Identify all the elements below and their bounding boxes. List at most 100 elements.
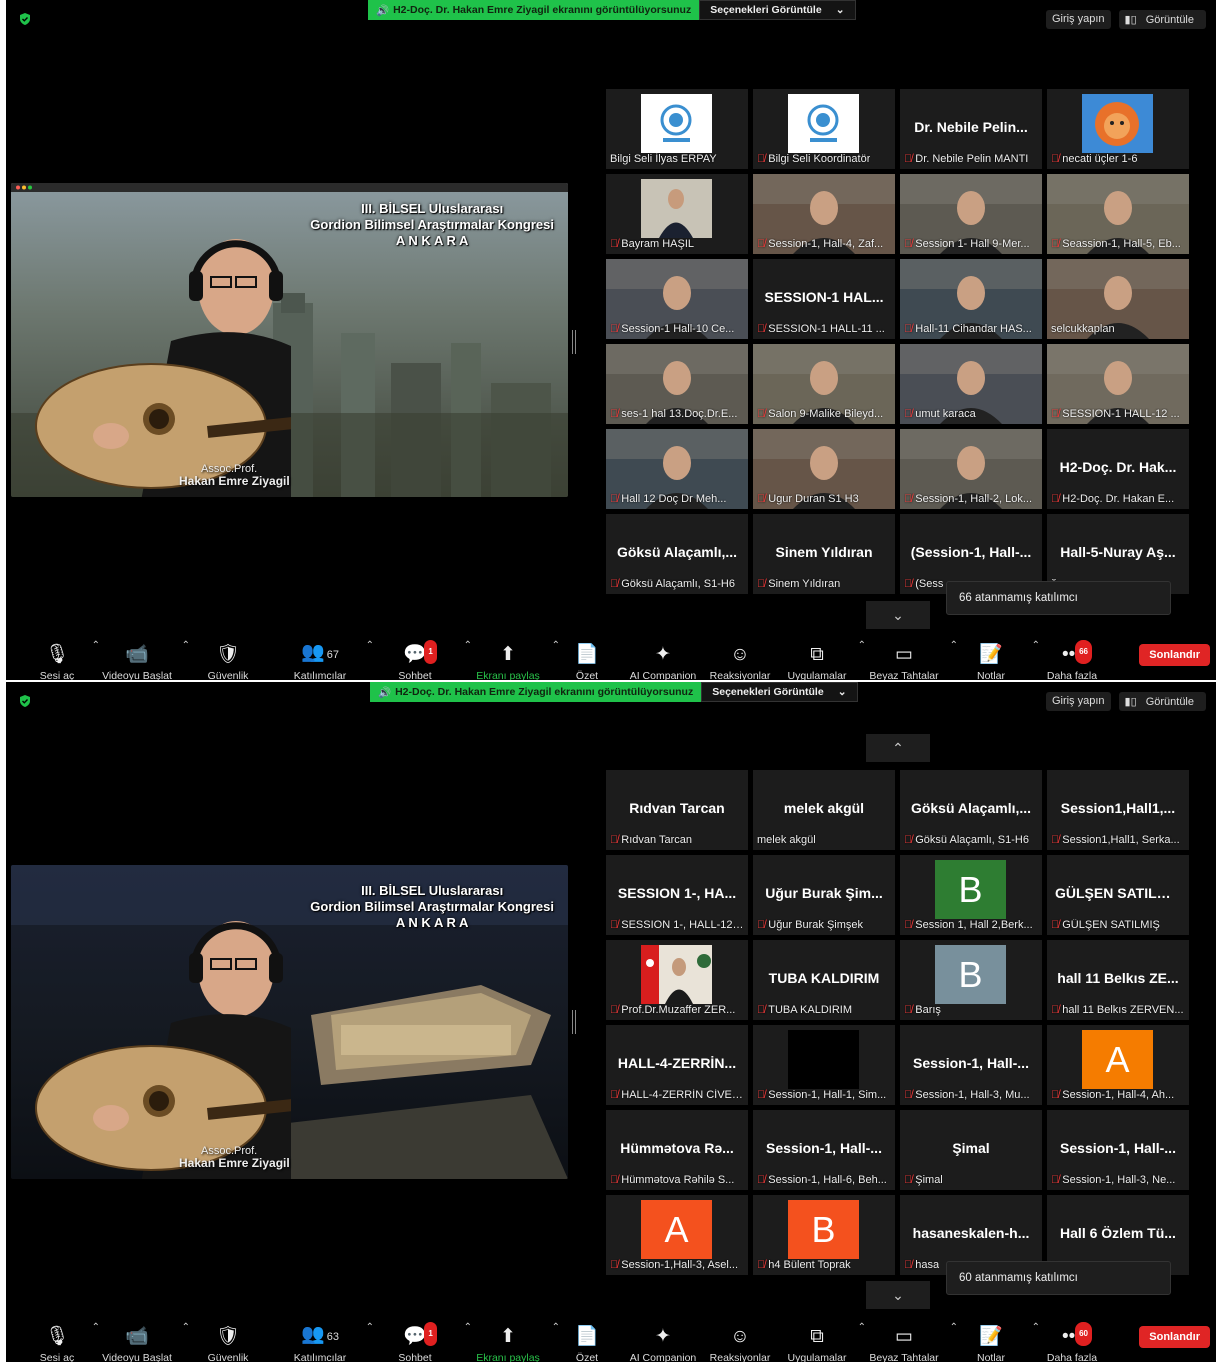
muted-mic-icon: 🎙̸ <box>1051 834 1060 846</box>
shield-icon[interactable] <box>18 12 32 26</box>
participant-tile[interactable]: hall 11 Belkıs ZE... 🎙̸ hall 11 Belkıs ZER… <box>1047 940 1189 1020</box>
viewing-label: 🔊 H2-Doç. Dr. Hakan Emre Ziyagil ekranını… <box>368 0 700 20</box>
participant-tile[interactable]: 🎙̸ Session 1- Hall 9-Mer... <box>900 174 1042 254</box>
participants-button[interactable]: 👥 67 Katılımcılar ⌃ <box>274 634 374 680</box>
security-button[interactable]: 🛡 Güvenlik <box>182 634 274 680</box>
notes-button[interactable]: 📝 Notlar ⌃ <box>950 634 1040 680</box>
start-video-button[interactable]: 📹 Videoyu Başlat ⌃ <box>92 634 190 680</box>
participant-tile[interactable]: 🎙̸ umut karaca <box>900 344 1042 424</box>
apps-button[interactable]: ⧉ Uygulamalar ⌃ <box>776 634 866 680</box>
participant-tile[interactable]: Session-1, Hall-... 🎙̸ Session-1, Hall-3, … <box>1047 1110 1189 1190</box>
participant-tile[interactable]: Sinem Yıldıran 🎙̸ Sinem Yıldıran <box>753 514 895 594</box>
page-down-button[interactable]: ⌄ <box>866 601 930 629</box>
whiteboard-button[interactable]: ▭ Beyaz Tahtalar ⌃ <box>858 634 958 680</box>
participant-tile[interactable]: Session-1, Hall-... 🎙̸ Session-1, Hall-6, … <box>753 1110 895 1190</box>
participant-name-label: 🎙̸ Uğur Burak Şimşek <box>757 919 864 931</box>
end-meeting-button[interactable]: Sonlandır <box>1139 644 1210 666</box>
participant-tile[interactable]: melek akgül melek akgül <box>753 770 895 850</box>
participant-tile[interactable]: Bilgi Seli İlyas ERPAY <box>606 89 748 169</box>
participant-tile[interactable]: 🎙̸ Prof.Dr.Muzaffer ZER... <box>606 940 748 1020</box>
unmute-button[interactable]: 🎙 Sesi aç ⌃ <box>22 634 100 680</box>
splitter-handle[interactable] <box>572 1010 576 1034</box>
participant-tile[interactable]: 🎙̸ Ugur Duran S1 H3 <box>753 429 895 509</box>
chat-button[interactable]: 💬 1 Sohbet ⌃ <box>366 634 472 680</box>
sign-in-button[interactable]: Giriş yapın <box>1045 10 1111 29</box>
participant-tile[interactable]: 🎙̸ Bilgi Seli Koordinatör <box>753 89 895 169</box>
summary-button[interactable]: 📄 Özet <box>552 634 622 680</box>
notes-button[interactable]: 📝 Notlar ⌃ <box>950 1316 1040 1362</box>
participant-tile[interactable]: 🎙̸ Seassion-1, Hall-5, Eb... <box>1047 174 1189 254</box>
speaker-icon: 🔊 <box>378 686 392 699</box>
view-button[interactable]: ▮▯ Görüntüle <box>1118 692 1206 711</box>
participant-tile[interactable]: 🎙̸ SESSION-1 HALL-12 ... <box>1047 344 1189 424</box>
chat-button[interactable]: 💬 1 Sohbet ⌃ <box>366 1316 472 1362</box>
participant-tile[interactable]: B 🎙̸ Session 1, Hall 2,Berk... <box>900 855 1042 935</box>
participant-tile[interactable]: Session-1, Hall-... 🎙̸ Session-1, Hall-3, … <box>900 1025 1042 1105</box>
zoom-window-1: 🔊 H2-Doç. Dr. Hakan Emre Ziyagil ekranını… <box>6 0 1216 680</box>
chevron-down-icon: ⌄ <box>892 1286 904 1303</box>
participant-tile[interactable]: 🎙̸ ses-1 hal 13.Doç.Dr.E... <box>606 344 748 424</box>
participant-tile[interactable]: Göksü Alaçamlı,... 🎙̸ Göksü Alaçamlı, S1-H… <box>900 770 1042 850</box>
participant-tile[interactable]: B 🎙̸ Barış <box>900 940 1042 1020</box>
ai-companion-button[interactable]: ✦ AI Companion <box>622 1316 704 1362</box>
participant-tile[interactable]: 🎙̸ Bayram HAŞIL <box>606 174 748 254</box>
participant-tile[interactable]: 🎙̸ Session-1 Hall-10 Ce... <box>606 259 748 339</box>
view-options-button[interactable]: Seçenekleri Görüntüle ⌄ <box>701 682 858 702</box>
page-up-button[interactable]: ⌃ <box>866 734 930 762</box>
participant-tile[interactable]: 🎙̸ Hall 12 Doç Dr Meh... <box>606 429 748 509</box>
summary-button[interactable]: 📄 Özet <box>552 1316 622 1362</box>
participant-tile[interactable]: SESSION-1 HAL... 🎙̸ SESSION-1 HALL-11 ... <box>753 259 895 339</box>
participant-tile[interactable]: H2-Doç. Dr. Hak... 🎙̸ H2-Doç. Dr. Hakan E.… <box>1047 429 1189 509</box>
participant-tile[interactable]: Şimal 🎙̸ Şimal <box>900 1110 1042 1190</box>
participant-tile[interactable]: 🎙̸ Hall-11 Cihandar HAS... <box>900 259 1042 339</box>
participant-name-label: 🎙̸ SESSION 1-, HALL-12,... <box>610 919 744 931</box>
participant-tile[interactable]: 🎙̸ Session-1, Hall-4, Zaf... <box>753 174 895 254</box>
participant-tile[interactable]: HALL-4-ZERRİN... 🎙̸ HALL-4-ZERRİN CİVEL... <box>606 1025 748 1105</box>
more-button[interactable]: ••• 66 Daha fazla <box>1032 634 1112 680</box>
participant-tile[interactable]: selcukkaplan <box>1047 259 1189 339</box>
page-down-button[interactable]: ⌄ <box>866 1281 930 1309</box>
shield-icon[interactable] <box>18 694 32 708</box>
muted-mic-icon: 🎙̸ <box>610 834 619 846</box>
participant-tile[interactable]: SESSION 1-, HA... 🎙̸ SESSION 1-, HALL-12,.… <box>606 855 748 935</box>
participant-tile[interactable]: A 🎙̸ Session-1,Hall-3, Asel... <box>606 1195 748 1275</box>
participant-name-label: Bilgi Seli İlyas ERPAY <box>610 153 717 165</box>
security-button[interactable]: 🛡 Güvenlik <box>182 1316 274 1362</box>
participant-tile[interactable]: Hümmətova Rə... 🎙̸ Hümmətova Rəhilə S... <box>606 1110 748 1190</box>
start-video-button[interactable]: 📹 Videoyu Başlat ⌃ <box>92 1316 190 1362</box>
participant-tile[interactable]: GÜLŞEN SATILMIŞ 🎙̸ GÜLŞEN SATILMIŞ <box>1047 855 1189 935</box>
participant-tile[interactable]: 🎙̸ Session-1, Hall-2, Lok... <box>900 429 1042 509</box>
reactions-button[interactable]: ☺ Reaksiyonlar <box>704 1316 776 1362</box>
participant-tile[interactable]: 🎙̸ Session-1, Hall-1, Sim... <box>753 1025 895 1105</box>
participant-tile[interactable]: Rıdvan Tarcan 🎙̸ Rıdvan Tarcan <box>606 770 748 850</box>
reactions-button[interactable]: ☺ Reaksiyonlar <box>704 634 776 680</box>
participant-tile[interactable]: Dr. Nebile Pelin... 🎙̸ Dr. Nebile Pelin MA… <box>900 89 1042 169</box>
share-screen-button[interactable]: ⬆ Ekranı paylaş ⌃ <box>464 1316 560 1362</box>
apps-button[interactable]: ⧉ Uygulamalar ⌃ <box>776 1316 866 1362</box>
meeting-toolbar: 🎙 Sesi aç ⌃ 📹 Videoyu Başlat ⌃ 🛡 Güvenlik 👥 67 Kat… <box>6 630 1216 680</box>
participant-tile[interactable]: A 🎙̸ Session-1, Hall-4, Ah... <box>1047 1025 1189 1105</box>
participant-name-label: 🎙̸ Session 1, Hall 2,Berk... <box>904 919 1033 931</box>
participant-tile[interactable]: Göksü Alaçamlı,... 🎙̸ Göksü Alaçamlı, S1-H… <box>606 514 748 594</box>
muted-mic-icon: 🎙̸ <box>757 1174 766 1186</box>
splitter-handle[interactable] <box>572 330 576 354</box>
participant-tile[interactable]: Session1,Hall1,... 🎙̸ Session1,Hall1, Serk… <box>1047 770 1189 850</box>
view-options-button[interactable]: Seçenekleri Görüntüle ⌄ <box>699 0 856 20</box>
participant-tile[interactable]: 🎙̸ Salon 9-Malike Bileyd... <box>753 344 895 424</box>
view-button[interactable]: ▮▯ Görüntüle <box>1118 10 1206 29</box>
participants-button[interactable]: 👥 63 Katılımcılar ⌃ <box>274 1316 374 1362</box>
share-screen-button[interactable]: ⬆ Ekranı paylaş ⌃ <box>464 634 560 680</box>
participant-name-label: 🎙̸ Göksü Alaçamlı, S1-H6 <box>610 578 735 590</box>
participant-tile[interactable]: TUBA KALDIRIM 🎙̸ TUBA KALDIRIM <box>753 940 895 1020</box>
more-button[interactable]: ••• 60 Daha fazla <box>1032 1316 1112 1362</box>
participant-tile[interactable]: Uğur Burak Şim... 🎙̸ Uğur Burak Şimşek <box>753 855 895 935</box>
ai-companion-button[interactable]: ✦ AI Companion <box>622 634 704 680</box>
participant-display-name: Hall 6 Özlem Tü... <box>1060 1225 1176 1241</box>
participant-tile[interactable]: 🎙̸ necati üçler 1-6 <box>1047 89 1189 169</box>
end-meeting-button[interactable]: Sonlandır <box>1139 1326 1210 1348</box>
participant-tile[interactable]: B 🎙̸ h4 Bülent Toprak <box>753 1195 895 1275</box>
unmute-button[interactable]: 🎙 Sesi aç ⌃ <box>22 1316 100 1362</box>
viewing-label: 🔊 H2-Doç. Dr. Hakan Emre Ziyagil ekranını… <box>370 682 702 702</box>
whiteboard-button[interactable]: ▭ Beyaz Tahtalar ⌃ <box>858 1316 958 1362</box>
sign-in-button[interactable]: Giriş yapın <box>1045 692 1111 711</box>
